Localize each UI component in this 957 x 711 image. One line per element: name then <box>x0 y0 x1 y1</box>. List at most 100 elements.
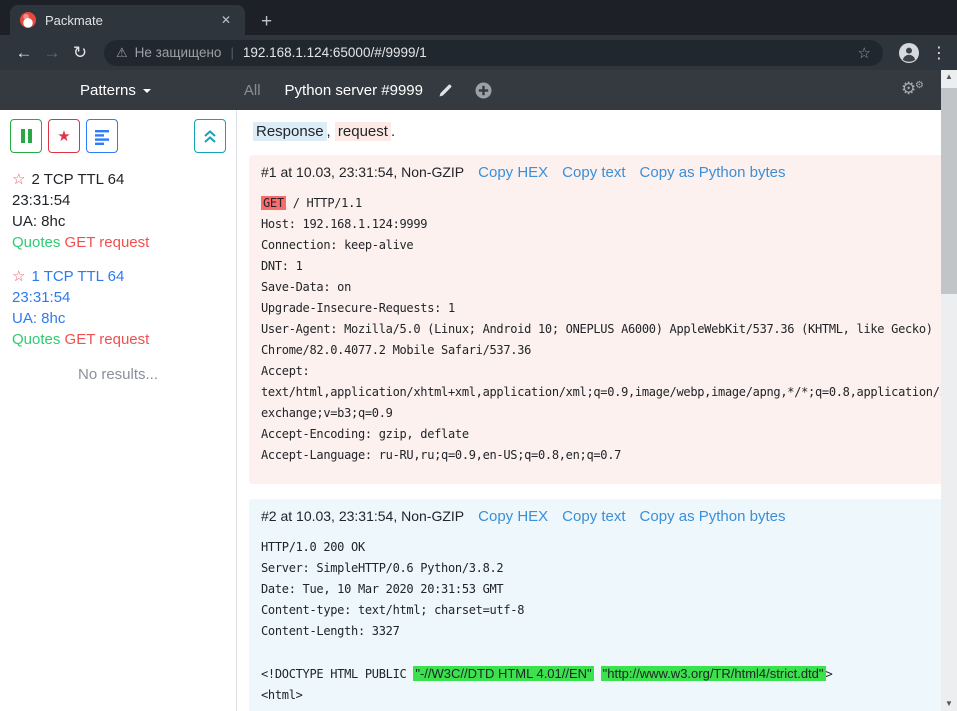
not-secure-label[interactable]: Не защищено <box>135 45 222 60</box>
stream-time: 23:31:54 <box>12 190 224 211</box>
packet-header: #1 at 10.03, 23:31:54, Non-GZIPCopy HEXC… <box>261 164 957 181</box>
packet-line: <!DOCTYPE HTML PUBLIC "-//W3C//DTD HTML … <box>261 663 957 685</box>
content-area: ★ ☆2 TCP TTL 6423:31:54UA: 8hcQuotes GET… <box>0 110 941 711</box>
address-separator: | <box>230 45 233 60</box>
stream-sidebar: ★ ☆2 TCP TTL 6423:31:54UA: 8hcQuotes GET… <box>0 110 237 711</box>
stream-title-line: ☆ 1 TCP TTL 64 <box>12 266 224 287</box>
packet-response: #2 at 10.03, 23:31:54, Non-GZIPCopy HEXC… <box>249 499 957 711</box>
packet-line: Content-Length: 3327 <box>261 621 957 642</box>
browser-menu-icon[interactable]: ⋮ <box>931 43 947 63</box>
address-bar[interactable]: ⚠ Не защищено | 192.168.1.124:65000/#/99… <box>104 40 883 66</box>
stream-title: 1 TCP TTL 64 <box>31 268 124 285</box>
packet-line: Accept-Language: ru-RU,ru;q=0.9,en-US;q=… <box>261 445 957 466</box>
packet-line: Accept: text/html,application/xhtml+xml,… <box>261 361 957 424</box>
protocol-filter-button[interactable] <box>86 119 118 153</box>
stream-tag: Quotes <box>12 331 60 348</box>
chevrons-up-icon <box>203 129 217 144</box>
packet-request: #1 at 10.03, 23:31:54, Non-GZIPCopy HEXC… <box>249 155 957 484</box>
align-left-icon <box>94 128 110 145</box>
pause-icon <box>21 129 32 143</box>
copy-action-link[interactable]: Copy text <box>562 164 625 181</box>
packet-line: Host: 192.168.1.124:9999 <box>261 214 957 235</box>
packet-line: <html> <box>261 685 957 706</box>
stream-matched-tags: Quotes GET request <box>12 232 224 253</box>
packet-actions: Copy HEX Copy text Copy as Python bytes <box>464 508 785 525</box>
copy-action-link[interactable]: Copy as Python bytes <box>640 508 786 525</box>
browser-tab[interactable]: Packmate ✕ <box>10 5 245 35</box>
packet-body: HTTP/1.0 200 OKServer: SimpleHTTP/0.6 Py… <box>261 537 957 706</box>
found-pattern-mark: Response <box>253 122 327 141</box>
add-pattern-icon[interactable] <box>475 82 492 99</box>
pause-capture-button[interactable] <box>10 119 42 153</box>
page-scrollbar[interactable]: ▲ ▼ <box>941 70 957 711</box>
favorites-filter-button[interactable]: ★ <box>48 119 80 153</box>
scroll-down-icon[interactable]: ▼ <box>941 697 957 711</box>
packmate-favicon-icon <box>20 12 36 28</box>
caret-down-icon <box>143 89 151 93</box>
found-pattern-mark: request <box>335 122 391 141</box>
stream-title: 2 TCP TTL 64 <box>31 171 124 188</box>
star-icon: ★ <box>57 127 70 145</box>
reload-icon[interactable]: ↻ <box>66 44 94 61</box>
found-pattern-separator: , <box>327 123 335 140</box>
stream-user-agent: UA: 8hc <box>12 308 224 329</box>
pattern-match-highlight: "http://www.w3.org/TR/html4/strict.dtd" <box>601 666 826 681</box>
copy-action-link[interactable]: Copy as Python bytes <box>640 164 786 181</box>
favorite-star-icon[interactable]: ☆ <box>12 268 25 285</box>
pattern-match-highlight: GET <box>261 196 286 210</box>
stream-user-agent: UA: 8hc <box>12 211 224 232</box>
tab-active-pattern[interactable]: Python server #9999 <box>285 82 423 99</box>
stream-title-line: ☆ 2 TCP TTL 64 <box>12 169 224 190</box>
packet-line: HTTP/1.0 200 OK <box>261 537 957 558</box>
packet-line: Content-type: text/html; charset=utf-8 <box>261 600 957 621</box>
app-header: Patterns All Python server #9999 ⚙ ⚙ <box>0 70 941 110</box>
packet-body: GET / HTTP/1.1Host: 192.168.1.124:9999Co… <box>261 193 957 466</box>
scrollbar-thumb[interactable] <box>941 88 957 294</box>
packet-header: #2 at 10.03, 23:31:54, Non-GZIPCopy HEXC… <box>261 508 957 525</box>
packet-line: Connection: keep-alive <box>261 235 957 256</box>
pattern-tabs: All Python server #9999 <box>244 82 492 99</box>
stream-tag: GET request <box>60 331 149 348</box>
profile-avatar[interactable] <box>899 43 919 63</box>
favorite-star-icon[interactable]: ☆ <box>12 171 25 188</box>
stream-tag: GET request <box>60 234 149 251</box>
copy-action-link[interactable]: Copy HEX <box>478 164 548 181</box>
stream-list: ☆2 TCP TTL 6423:31:54UA: 8hcQuotes GET r… <box>0 153 236 350</box>
new-tab-button[interactable]: + <box>261 12 272 31</box>
url-text[interactable]: 192.168.1.124:65000/#/9999/1 <box>243 45 858 60</box>
stream-detail: Response, request. #1 at 10.03, 23:31:54… <box>237 110 957 711</box>
bookmark-star-icon[interactable]: ☆ <box>858 44 871 62</box>
stream-time: 23:31:54 <box>12 287 224 308</box>
packet-line <box>261 642 957 663</box>
packet-line: Server: SimpleHTTP/0.6 Python/3.8.2 <box>261 558 957 579</box>
patterns-dropdown[interactable]: Patterns <box>80 82 151 99</box>
stream-tag: Quotes <box>12 234 60 251</box>
back-icon[interactable]: ← <box>10 44 38 61</box>
pattern-match-highlight: "-//W3C//DTD HTML 4.01//EN" <box>413 666 593 681</box>
tab-all[interactable]: All <box>244 82 261 99</box>
packet-line: User-Agent: Mozilla/5.0 (Linux; Android … <box>261 319 957 361</box>
copy-action-link[interactable]: Copy text <box>562 508 625 525</box>
found-patterns-row: Response, request. <box>253 123 957 140</box>
stream-list-item[interactable]: ☆2 TCP TTL 6423:31:54UA: 8hcQuotes GET r… <box>12 169 224 253</box>
not-secure-warning-icon[interactable]: ⚠ <box>116 45 128 61</box>
stream-matched-tags: Quotes GET request <box>12 329 224 350</box>
packet-actions: Copy HEX Copy text Copy as Python bytes <box>464 164 785 181</box>
packet-title: #2 at 10.03, 23:31:54, Non-GZIP <box>261 508 464 524</box>
found-pattern-separator: . <box>391 123 395 140</box>
sidebar-toolbar: ★ <box>0 119 236 153</box>
forward-icon[interactable]: → <box>38 44 66 61</box>
packet-line: GET / HTTP/1.1 <box>261 193 957 214</box>
settings-gears-icon[interactable]: ⚙ ⚙ <box>901 80 923 100</box>
edit-pattern-pencil-icon[interactable] <box>438 83 453 98</box>
stream-list-item[interactable]: ☆1 TCP TTL 6423:31:54UA: 8hcQuotes GET r… <box>12 266 224 350</box>
collapse-panel-button[interactable] <box>194 119 226 153</box>
packet-line: DNT: 1 <box>261 256 957 277</box>
packet-title: #1 at 10.03, 23:31:54, Non-GZIP <box>261 164 464 180</box>
scroll-up-icon[interactable]: ▲ <box>941 70 957 84</box>
packet-line: Upgrade-Insecure-Requests: 1 <box>261 298 957 319</box>
tab-close-icon[interactable]: ✕ <box>217 11 235 29</box>
patterns-label: Patterns <box>80 82 136 99</box>
copy-action-link[interactable]: Copy HEX <box>478 508 548 525</box>
packet-line: Accept-Encoding: gzip, deflate <box>261 424 957 445</box>
